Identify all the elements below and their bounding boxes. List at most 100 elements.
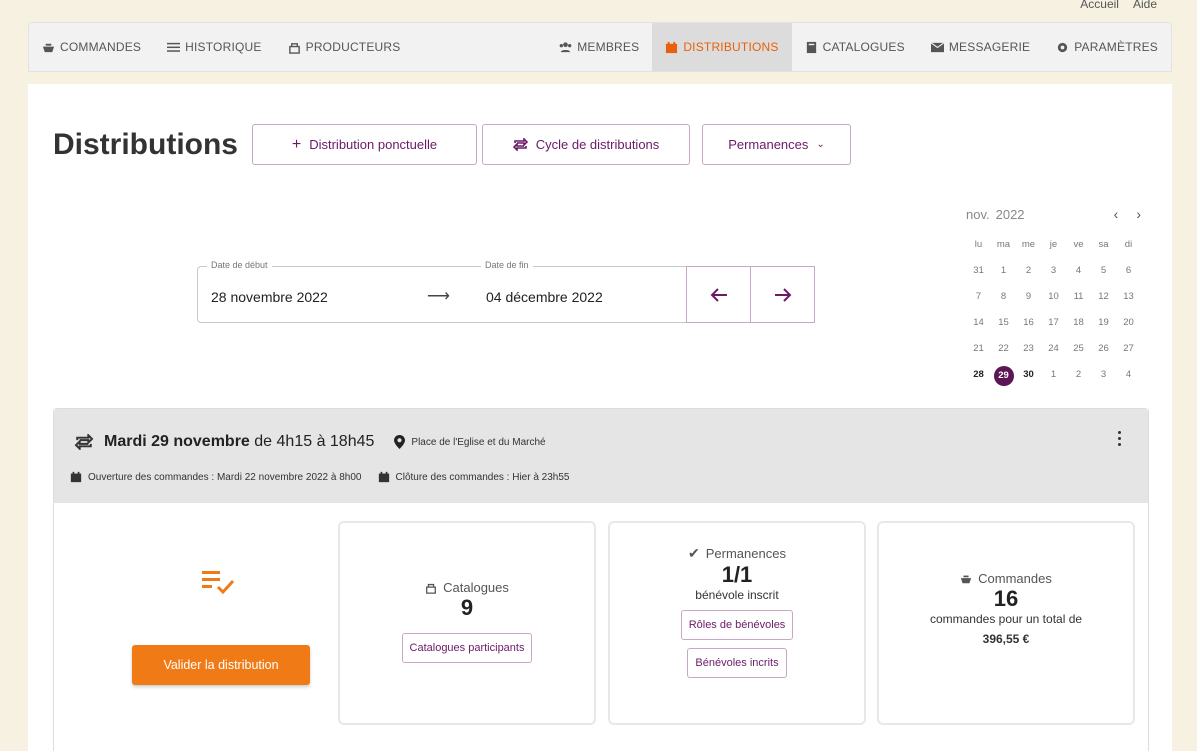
next-week-button[interactable] — [750, 266, 815, 323]
nav-label: HISTORIQUE — [185, 40, 262, 54]
more-vertical-icon[interactable] — [1118, 431, 1124, 446]
closing-text: Clôture des commandes : Hier à 23h55 — [395, 471, 570, 483]
nav-parametres[interactable]: PARAMÈTRES — [1043, 23, 1171, 71]
nav-historique[interactable]: HISTORIQUE — [154, 23, 274, 71]
calendar-day-label: 29 — [993, 366, 1014, 386]
calendar-day-label: 7 — [975, 291, 982, 302]
calendar-day[interactable]: 16 — [1016, 314, 1041, 332]
calendar-day-label: 20 — [1123, 317, 1134, 328]
repeat-icon — [512, 138, 528, 151]
calendar-day-label: 25 — [1073, 343, 1084, 354]
volunteer-roles-button[interactable]: Rôles de bénévoles — [680, 610, 794, 640]
calendar-day[interactable]: 2 — [1016, 262, 1041, 280]
previous-week-button[interactable] — [686, 266, 751, 323]
calendar-day[interactable]: 28 — [966, 366, 991, 384]
calendar-day-label: 4 — [1075, 265, 1082, 276]
calendar-day[interactable]: 4 — [1116, 366, 1141, 384]
chevron-left-icon[interactable]: ‹ — [1114, 206, 1119, 222]
calendar-day[interactable]: 18 — [1066, 314, 1091, 332]
commandes-sub: commandes pour un total de — [929, 612, 1083, 626]
calendar-day[interactable]: 30 — [1016, 366, 1041, 384]
validate-distribution-button[interactable]: Valider la distribution — [132, 645, 310, 685]
calendar-day-label: 27 — [1123, 343, 1134, 354]
calendar-day-label: 3 — [1100, 369, 1107, 380]
calendar-day[interactable]: 11 — [1066, 288, 1091, 306]
distribution-time: de 4h15 à 18h45 — [254, 433, 375, 450]
nav-catalogues[interactable]: CATALOGUES — [792, 23, 918, 71]
home-link[interactable]: Accueil — [1080, 0, 1119, 12]
calendar-day-label: 28 — [973, 369, 984, 380]
commandes-label-row: Commandes — [879, 571, 1133, 586]
calendar-day-label: 18 — [1073, 317, 1084, 328]
calendar-day[interactable]: 29 — [991, 366, 1016, 386]
nav-commandes[interactable]: COMMANDES — [29, 23, 154, 71]
calendar-day[interactable]: 13 — [1116, 288, 1141, 306]
mini-calendar: nov. 2022 ‹ › lu ma me je ve sa di 31 1 2 3 4 5 6 7 8 9 1… — [966, 202, 1141, 386]
calendar-day-label: 9 — [1025, 291, 1032, 302]
calendar-day[interactable]: 1 — [1041, 366, 1066, 384]
registered-volunteers-button[interactable]: Bénévoles incrits — [687, 648, 787, 678]
calendar-day-label: 22 — [998, 343, 1009, 354]
calendar-day[interactable]: 3 — [1091, 366, 1116, 384]
calendar-day[interactable]: 7 — [966, 288, 991, 306]
calendar-day[interactable]: 12 — [1091, 288, 1116, 306]
order-period: Ouverture des commandes : Mardi 22 novem… — [70, 471, 569, 483]
basket-icon — [960, 575, 972, 583]
calendar-day[interactable]: 31 — [966, 262, 991, 280]
calendar-day[interactable]: 2 — [1066, 366, 1091, 384]
map-marker-icon — [394, 435, 406, 449]
calendar-day[interactable]: 26 — [1091, 340, 1116, 358]
nav-messagerie[interactable]: MESSAGERIE — [918, 23, 1043, 71]
start-date-field[interactable]: 28 novembre 2022 — [211, 289, 328, 305]
nav-distributions[interactable]: DISTRIBUTIONS — [652, 23, 792, 71]
nav-membres[interactable]: MEMBRES — [546, 23, 652, 71]
calendar-grid: lu ma me je ve sa di 31 1 2 3 4 5 6 7 8 9 10 11 12 13 14 15 16 1… — [966, 236, 1141, 386]
participating-catalogues-button[interactable]: Catalogues participants — [401, 633, 533, 663]
calendar-day[interactable]: 14 — [966, 314, 991, 332]
main-nav: COMMANDES HISTORIQUE PRODUCTEURS MEMBRES… — [28, 22, 1172, 72]
permanences-dropdown[interactable]: Permanences ⌄ — [702, 124, 851, 165]
nav-label: PRODUCTEURS — [305, 40, 401, 54]
calendar-day[interactable]: 3 — [1041, 262, 1066, 280]
button-label: Cycle de distributions — [535, 137, 660, 152]
calendar-day[interactable]: 27 — [1116, 340, 1141, 358]
calendar-day-label: 24 — [1048, 343, 1059, 354]
calendar-day-label: 15 — [998, 317, 1009, 328]
calendar-day-label: 11 — [1073, 291, 1084, 302]
add-ponctual-distribution-button[interactable]: + Distribution ponctuelle — [252, 124, 477, 165]
calendar-month[interactable]: nov. — [966, 207, 990, 222]
calendar-day[interactable]: 9 — [1016, 288, 1041, 306]
calendar-nav: ‹ › — [1114, 206, 1141, 222]
calendar-day-label: 17 — [1048, 317, 1059, 328]
calendar-day[interactable]: 23 — [1016, 340, 1041, 358]
help-link[interactable]: Aide — [1133, 0, 1157, 12]
add-cycle-button[interactable]: Cycle de distributions — [482, 124, 690, 165]
calendar-day[interactable]: 24 — [1041, 340, 1066, 358]
nav-producteurs[interactable]: PRODUCTEURS — [275, 23, 414, 71]
commandes-panel: Commandes 16 commandes pour un total de … — [877, 521, 1135, 725]
calendar-day-label: 14 — [973, 317, 984, 328]
calendar-day[interactable]: 21 — [966, 340, 991, 358]
calendar-day[interactable]: 4 — [1066, 262, 1091, 280]
calendar-day[interactable]: 1 — [991, 262, 1016, 280]
basket-icon — [42, 43, 55, 52]
calendar-weekday: ma — [996, 239, 1011, 250]
calendar-day[interactable]: 19 — [1091, 314, 1116, 332]
calendar-day-label: 5 — [1100, 265, 1107, 276]
calendar-day[interactable]: 5 — [1091, 262, 1116, 280]
calendar-day[interactable]: 8 — [991, 288, 1016, 306]
calendar-day[interactable]: 20 — [1116, 314, 1141, 332]
calendar-day[interactable]: 15 — [991, 314, 1016, 332]
calendar-day[interactable]: 25 — [1066, 340, 1091, 358]
calendar-year[interactable]: 2022 — [996, 207, 1025, 222]
end-date-field[interactable]: 04 décembre 2022 — [486, 289, 603, 305]
calendar-weekday: sa — [1098, 239, 1109, 250]
gear-icon — [1058, 42, 1068, 52]
calendar-day[interactable]: 17 — [1041, 314, 1066, 332]
calendar-day[interactable]: 6 — [1116, 262, 1141, 280]
permanences-count: 1/1 — [721, 562, 753, 587]
calendar-day[interactable]: 10 — [1041, 288, 1066, 306]
calendar-day-label: 1 — [1050, 369, 1057, 380]
calendar-day[interactable]: 22 — [991, 340, 1016, 358]
chevron-right-icon[interactable]: › — [1136, 206, 1141, 222]
